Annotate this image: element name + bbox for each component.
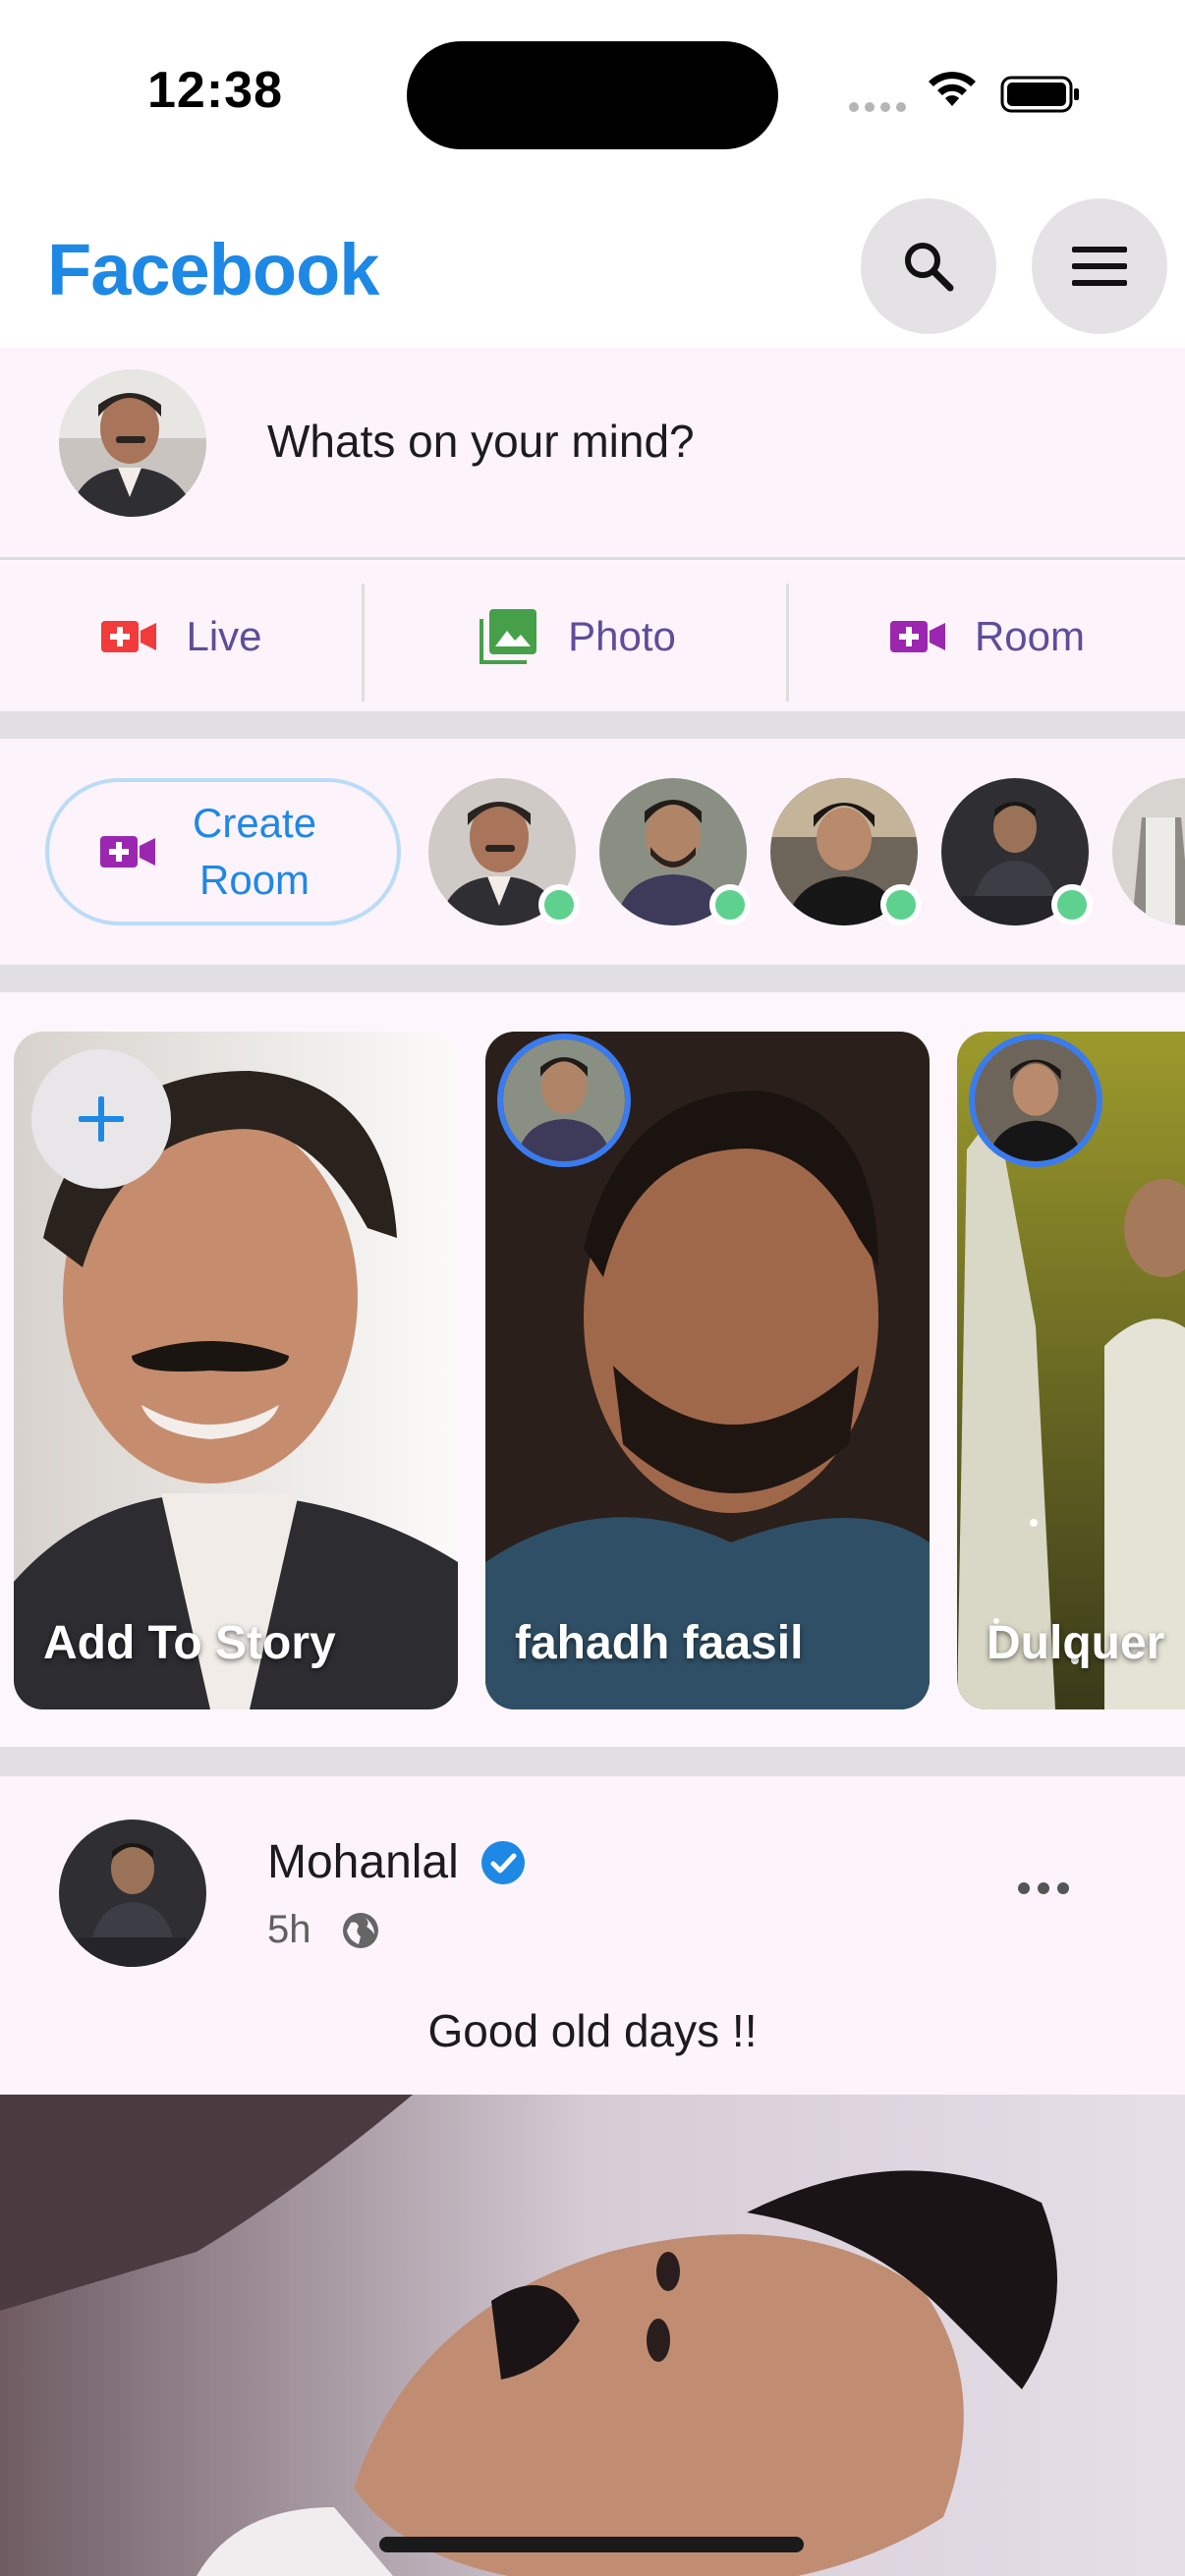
room-button[interactable]: Room: [790, 562, 1185, 711]
section-separator: [0, 1747, 1185, 1776]
story-card[interactable]: Dulquer: [957, 1032, 1185, 1709]
action-divider: [786, 584, 789, 701]
wifi-icon: [929, 72, 976, 106]
cellular-signal-icon: [849, 102, 906, 112]
post-caption: Good old days !!: [427, 2005, 758, 2056]
user-avatar[interactable]: [59, 369, 206, 517]
room-contact[interactable]: [1112, 778, 1185, 925]
story-author-avatar: [497, 1034, 631, 1167]
status-time: 12:38: [147, 62, 283, 119]
post-meta: 5h: [267, 1908, 380, 1952]
photo-label: Photo: [568, 613, 676, 659]
video-room-icon: [889, 621, 945, 652]
feed-post: Mohanlal 5h Good old days !!: [0, 1776, 1185, 2576]
create-room-button[interactable]: Create Room: [45, 778, 401, 925]
create-room-label: Create Room: [193, 800, 317, 903]
post-time: 5h: [267, 1908, 311, 1951]
post-composer[interactable]: Whats on your mind?: [0, 348, 1185, 560]
rooms-strip: Create Room: [0, 739, 1185, 965]
room-label: Room: [974, 613, 1086, 659]
battery-icon: [1000, 76, 1079, 113]
action-divider: [362, 584, 365, 701]
section-separator: [0, 711, 1185, 741]
video-room-icon: [100, 836, 155, 868]
verified-badge-icon: [480, 1840, 525, 1884]
post-author-avatar[interactable]: [59, 1820, 206, 1967]
add-story-button[interactable]: [31, 1049, 171, 1189]
online-status-dot: [880, 884, 922, 925]
story-name: Add To Story: [43, 1617, 336, 1669]
room-contact[interactable]: [770, 778, 922, 925]
post-author[interactable]: Mohanlal: [267, 1835, 526, 1889]
room-contact[interactable]: [599, 778, 751, 925]
app-screen: 12:38 Facebook Whats on your mind? Live …: [0, 0, 1185, 2576]
menu-button[interactable]: [1032, 198, 1167, 334]
room-contact[interactable]: [941, 778, 1093, 925]
globe-icon: [342, 1912, 378, 1948]
story-card-add[interactable]: Add To Story: [14, 1032, 458, 1709]
section-separator: [0, 965, 1185, 994]
search-button[interactable]: [861, 198, 996, 334]
composer-actions: Live Photo Room: [0, 562, 1185, 711]
contact-avatar: [1112, 778, 1185, 925]
photo-button[interactable]: Photo: [366, 562, 788, 711]
story-card[interactable]: fahadh faasil: [485, 1032, 930, 1709]
app-header: Facebook: [0, 177, 1185, 348]
post-author-name[interactable]: Mohanlal: [267, 1835, 459, 1889]
room-contact[interactable]: [428, 778, 580, 925]
status-bar: 12:38: [0, 0, 1185, 177]
story-name: fahadh faasil: [515, 1617, 804, 1669]
post-image[interactable]: [0, 2095, 1185, 2576]
stories-strip: Add To Story fahadh faasil Dulquer: [0, 992, 1185, 1747]
photo-library-icon: [480, 609, 537, 664]
menu-icon: [1072, 247, 1127, 286]
online-status-dot: [1051, 884, 1093, 925]
dynamic-island: [407, 41, 778, 149]
story-author-avatar: [969, 1034, 1102, 1167]
plus-icon: [79, 1096, 124, 1142]
search-icon: [905, 243, 954, 292]
more-options-icon[interactable]: [1018, 1880, 1069, 1896]
brand-logo-text: Facebook: [47, 229, 379, 310]
live-video-icon: [101, 621, 157, 652]
home-indicator: [379, 2537, 804, 2552]
story-name: Dulquer: [987, 1617, 1165, 1669]
live-label: Live: [186, 613, 262, 659]
composer-prompt[interactable]: Whats on your mind?: [267, 415, 695, 468]
online-status-dot: [538, 884, 580, 925]
online-status-dot: [709, 884, 751, 925]
live-button[interactable]: Live: [0, 562, 364, 711]
